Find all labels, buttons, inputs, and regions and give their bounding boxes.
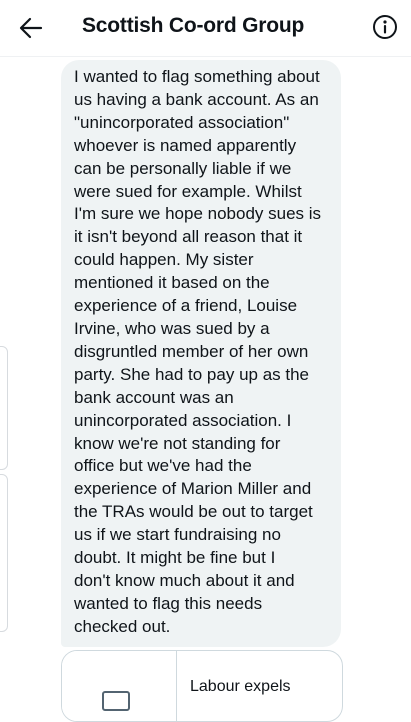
conversation-header: Scottish Co-ord Group: [0, 0, 411, 57]
link-preview-thumbnail: [62, 651, 177, 721]
info-circle-icon: [373, 15, 397, 39]
previous-message-edge: [0, 346, 8, 470]
link-preview-card[interactable]: Labour expels: [61, 650, 343, 722]
link-icon: [102, 691, 130, 711]
conversation-info-button[interactable]: [371, 13, 399, 41]
previous-message-edge: [0, 474, 8, 632]
message-bubble[interactable]: I wanted to flag something about us havi…: [61, 60, 341, 647]
arrow-left-icon: [19, 17, 43, 39]
message-text: I wanted to flag something about us havi…: [74, 67, 322, 636]
conversation-title: Scottish Co-ord Group: [82, 14, 305, 37]
link-preview-title: Labour expels: [190, 678, 291, 695]
back-button[interactable]: [14, 12, 48, 44]
